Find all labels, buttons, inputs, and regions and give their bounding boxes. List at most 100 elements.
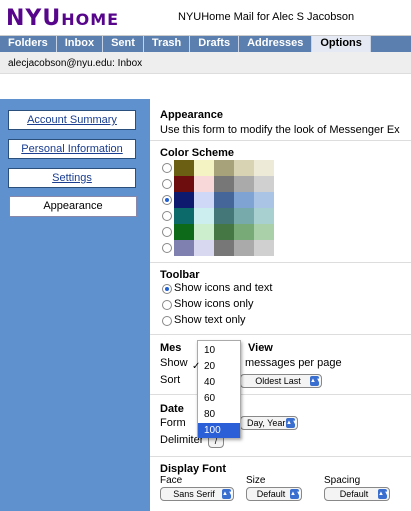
toolbar-radio-icons-text[interactable] [162,284,172,294]
color-swatch [194,208,214,224]
sidebar-item-appearance[interactable]: Appearance [9,196,137,217]
font-spacing-select[interactable]: Default ▲▼ [324,487,390,501]
message-view-title-right: View [248,342,273,354]
page-size-option[interactable]: 40 [198,375,240,390]
color-swatch [194,192,214,208]
breadcrumb: alecjacobson@nyu.edu: Inbox [0,52,411,74]
color-swatch-row [174,160,274,176]
message-view-title-left: Mes [160,342,182,354]
color-swatch [174,176,194,192]
sidebar-item-account-summary[interactable]: Account Summary [8,110,136,130]
color-swatch [194,240,214,256]
color-scheme-radio-1[interactable] [162,163,172,173]
tab-sent[interactable]: Sent [103,36,144,52]
font-face-value: Sans Serif [173,489,215,499]
page-size-option-label: 60 [204,393,216,404]
app-title: NYUHome Mail for Alec S Jacobson [178,11,355,23]
divider [150,334,411,335]
tab-drafts[interactable]: Drafts [190,36,240,52]
sort-label: Sort [160,374,181,386]
tab-options[interactable]: Options [312,36,371,52]
color-swatch [194,160,214,176]
color-swatch [214,176,234,192]
page-size-option-label: 40 [204,377,216,388]
show-label: Show [160,357,188,369]
color-swatch [214,240,234,256]
color-swatch [234,240,254,256]
color-swatch [254,208,274,224]
toolbar-radio-icons-only[interactable] [162,300,172,310]
logo-home: HOME [61,10,120,29]
font-face-select[interactable]: Sans Serif ▲▼ [160,487,234,501]
date-format-select[interactable]: Day, Year ▲▼ [240,416,298,430]
per-page-label: messages per page [245,357,342,369]
color-swatch [174,224,194,240]
display-font-title: Display Font [160,463,227,475]
color-swatch [234,224,254,240]
date-format-value: Day, Year [247,418,286,428]
color-swatch [254,160,274,176]
color-swatch [234,176,254,192]
color-swatch [214,224,234,240]
color-swatch [234,160,254,176]
color-scheme-radio-2[interactable] [162,179,172,189]
select-arrows-icon: ▲▼ [378,489,390,499]
color-swatch [174,240,194,256]
date-title: Date [160,403,184,415]
sort-select[interactable]: Oldest Last ▲▼ [240,374,322,388]
page-size-option[interactable]: 80 [198,407,240,422]
color-swatch [174,160,194,176]
main-nav: Folders Inbox Sent Trash Drafts Addresse… [0,36,411,52]
toolbar-radio-text-only[interactable] [162,316,172,326]
tab-trash[interactable]: Trash [144,36,191,52]
divider [150,456,411,457]
color-scheme-title: Color Scheme [160,147,234,159]
color-swatch [194,176,214,192]
toolbar-option-label: Show icons and text [174,282,273,294]
logo-nyu: NYU [6,6,62,31]
color-swatch-row [174,176,274,192]
color-swatch [234,192,254,208]
color-swatch-row [174,240,274,256]
color-swatch [214,160,234,176]
page-size-option-label: 80 [204,409,216,420]
color-swatch-row [174,192,274,208]
color-scheme-radio-5[interactable] [162,227,172,237]
select-arrows-icon: ▲▼ [222,489,234,499]
color-swatch [254,192,274,208]
color-scheme-radio-4[interactable] [162,211,172,221]
toolbar-title: Toolbar [160,269,200,281]
sidebar-item-personal-information[interactable]: Personal Information [8,139,136,159]
font-face-label: Face [160,475,183,486]
divider [150,140,411,141]
appearance-title: Appearance [160,109,223,121]
toolbar-option-label: Show icons only [174,298,254,310]
sidebar-item-settings[interactable]: Settings [8,168,136,188]
color-swatch-row [174,224,274,240]
page-size-option[interactable]: ✓ 20 [192,359,240,374]
nyuhome-logo[interactable]: NYUHOME [6,6,119,31]
page-size-option[interactable]: 60 [198,391,240,406]
color-scheme-radio-6[interactable] [162,243,172,253]
page-size-option-label: 10 [204,345,216,356]
page-size-option[interactable]: 100 [198,423,240,438]
page-size-option[interactable]: 10 [198,343,240,358]
font-spacing-value: Default [339,489,369,499]
font-size-label: Size [246,475,266,486]
font-size-value: Default [256,489,286,499]
font-size-select[interactable]: Default ▲▼ [246,487,302,501]
header: NYUHOME NYUHome Mail for Alec S Jacobson [0,0,411,36]
tab-folders[interactable]: Folders [0,36,57,52]
color-swatch [214,208,234,224]
sort-select-value: Oldest Last [255,376,301,386]
page-size-option-label: 100 [204,425,221,436]
options-sidebar: Account Summary Personal Information Set… [0,99,150,511]
color-scheme-radio-3[interactable] [162,195,172,205]
page-size-dropdown[interactable]: 10 ✓ 20 40 60 80 100 [192,340,241,438]
tab-addresses[interactable]: Addresses [239,36,313,52]
color-swatch [254,224,274,240]
tab-inbox[interactable]: Inbox [57,36,104,52]
select-arrows-icon: ▲▼ [286,418,298,428]
color-swatch [254,176,274,192]
color-swatch-row [174,208,274,224]
